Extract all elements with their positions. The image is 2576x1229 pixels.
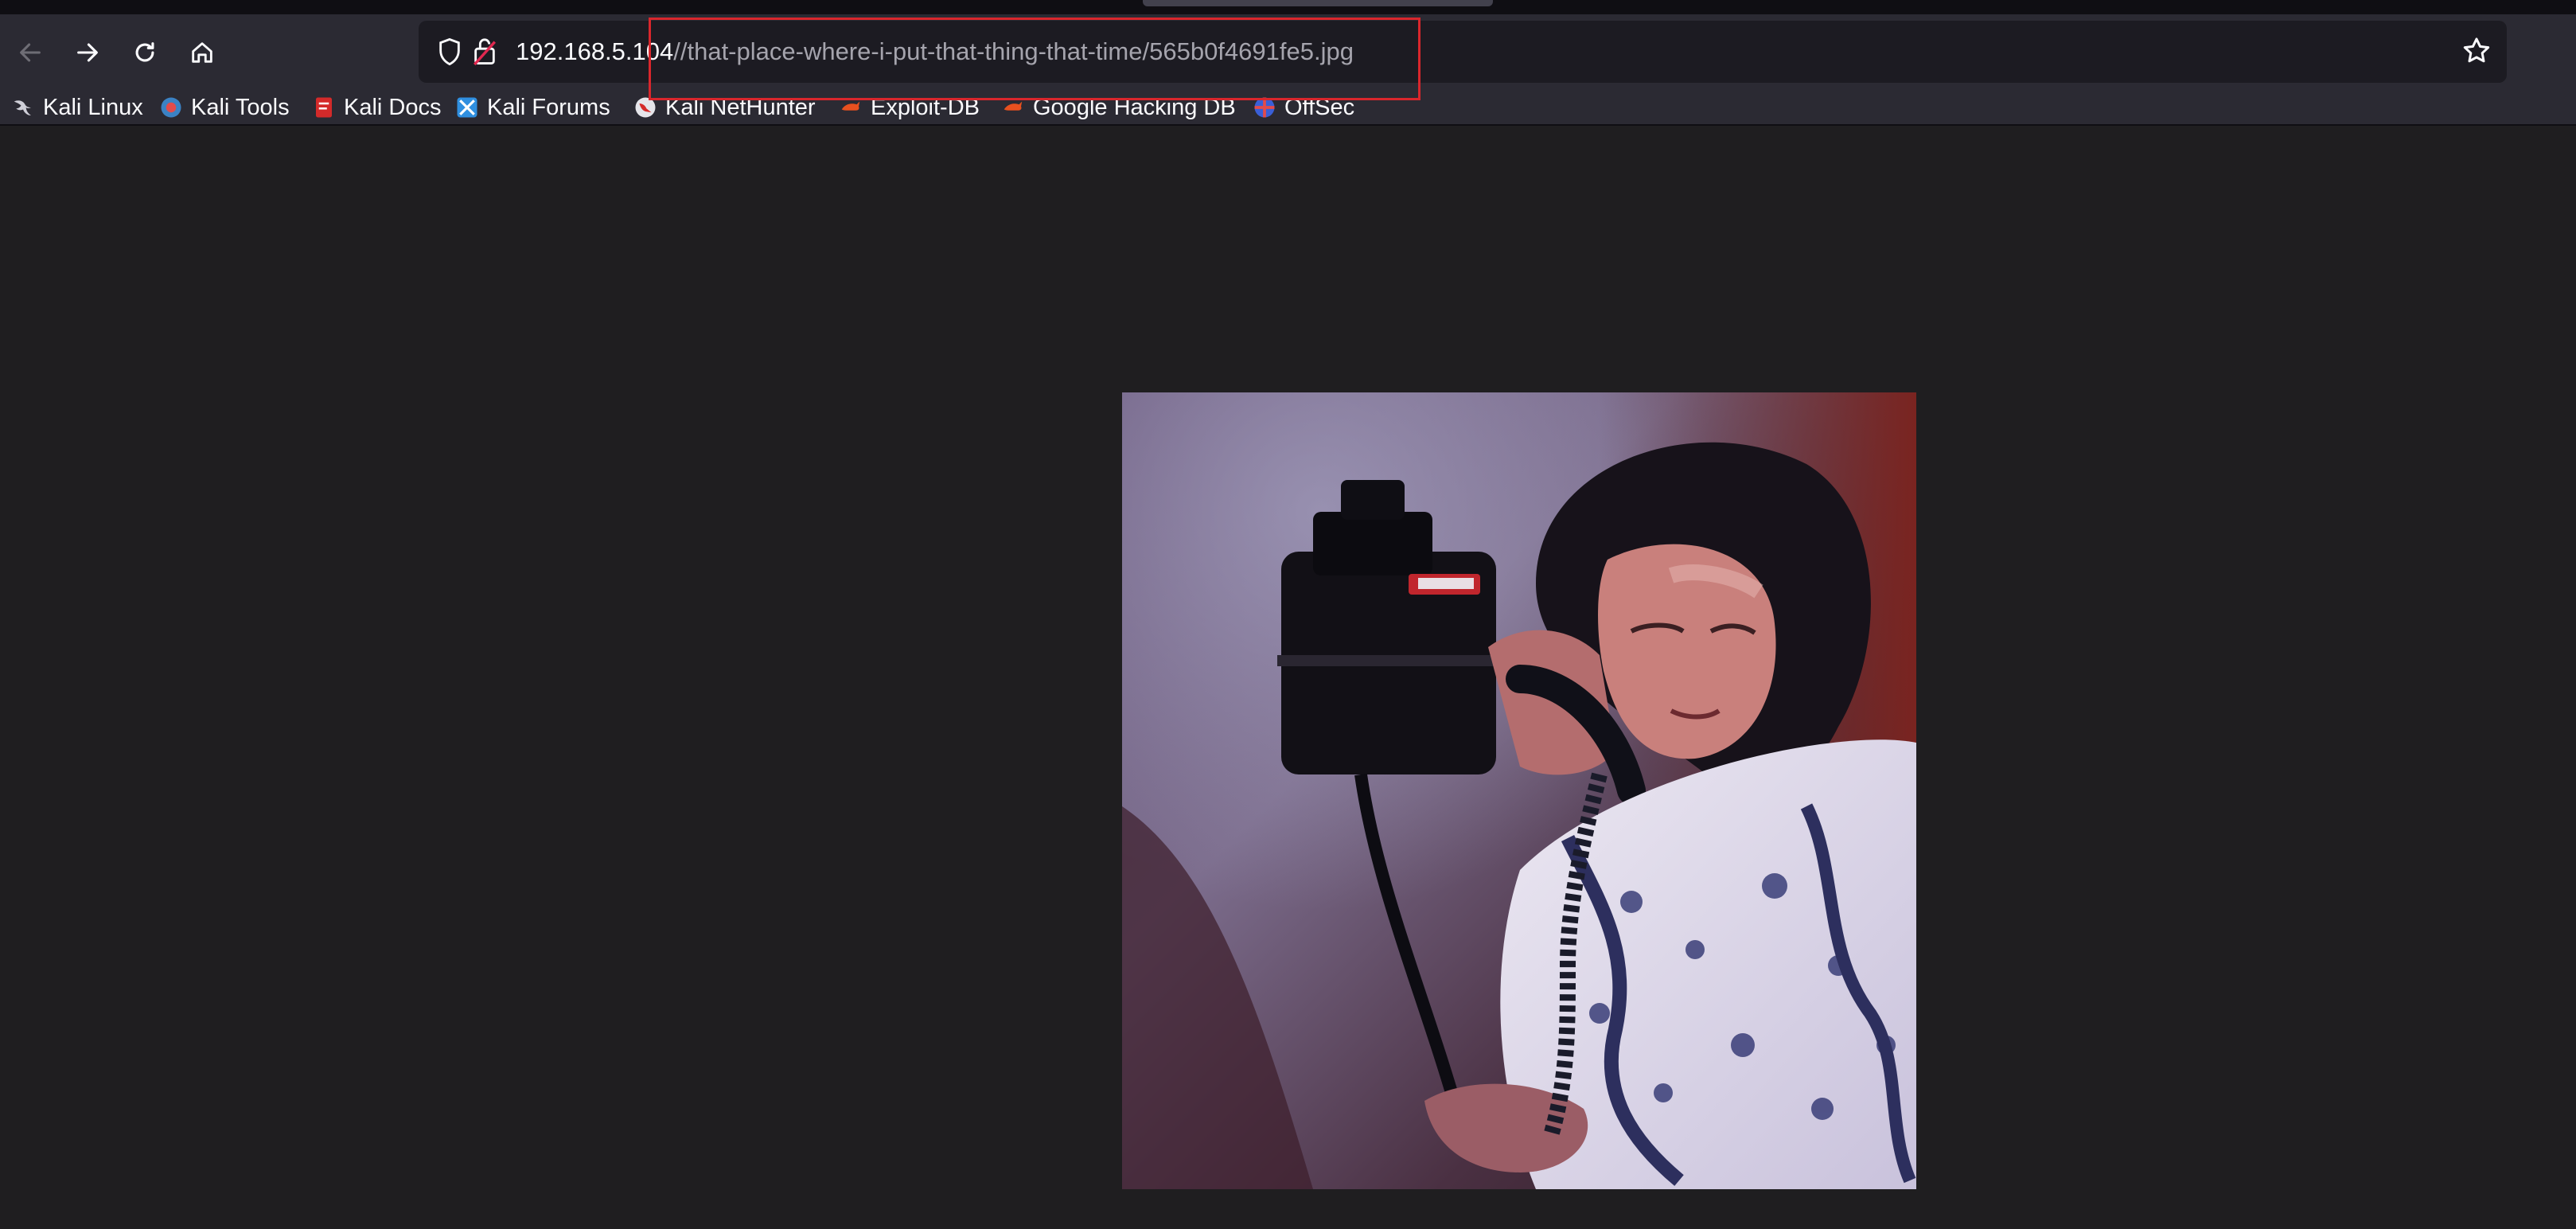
- displayed-image[interactable]: [1122, 392, 1916, 1189]
- kali-nethunter-icon: [633, 96, 657, 119]
- photo-woman-on-payphone-icon: [1122, 392, 1916, 1189]
- bookmark-label: Exploit-DB: [871, 94, 980, 120]
- insecure-lock-icon[interactable]: [471, 35, 498, 70]
- bookmark-label: Kali Tools: [191, 94, 290, 120]
- navigation-toolbar: 192.168.5.104//that-place-where-i-put-th…: [0, 14, 2576, 91]
- bookmark-label: Google Hacking DB: [1033, 94, 1236, 120]
- bookmark-kali-tools[interactable]: Kali Tools: [159, 91, 290, 124]
- image-viewer: [0, 126, 2576, 1229]
- bookmark-exploit-db[interactable]: Exploit-DB: [839, 91, 980, 124]
- bookmark-kali-nethunter[interactable]: Kali NetHunter: [633, 91, 816, 124]
- bookmark-label: OffSec: [1284, 94, 1355, 120]
- bookmark-label: Kali Linux: [43, 94, 143, 120]
- bookmark-label: Kali Docs: [344, 94, 442, 120]
- bookmark-label: Kali Forums: [487, 94, 610, 120]
- reload-icon: [135, 42, 154, 62]
- arrow-left-icon: [20, 43, 41, 62]
- arrow-right-icon: [77, 43, 98, 62]
- bookmarks-toolbar: Kali Linux Kali Tools Kali Docs Kali For…: [0, 91, 2576, 126]
- kali-tools-icon: [159, 96, 183, 119]
- home-button[interactable]: [183, 33, 221, 72]
- exploit-db-icon: [839, 96, 863, 119]
- bookmark-label: Kali NetHunter: [665, 94, 816, 120]
- kali-docs-icon: [312, 96, 336, 119]
- window-titlebar-strip: [0, 0, 2576, 14]
- star-icon: [2463, 37, 2490, 63]
- forward-button[interactable]: [68, 33, 107, 72]
- back-button[interactable]: [11, 33, 49, 72]
- bookmark-google-hacking-db[interactable]: Google Hacking DB: [1001, 91, 1236, 124]
- url-host: 192.168.5.104: [516, 37, 674, 65]
- exploit-db-icon: [1001, 96, 1025, 119]
- home-icon: [192, 42, 212, 63]
- address-bar[interactable]: 192.168.5.104//that-place-where-i-put-th…: [419, 21, 2507, 83]
- bookmark-kali-docs[interactable]: Kali Docs: [312, 91, 442, 124]
- bookmark-offsec[interactable]: OffSec: [1253, 91, 1354, 124]
- active-tab-edge[interactable]: [1143, 0, 1493, 6]
- kali-dragon-icon: [11, 96, 35, 119]
- offsec-icon: [1253, 96, 1276, 119]
- bookmark-kali-linux[interactable]: Kali Linux: [11, 91, 143, 124]
- url-text[interactable]: 192.168.5.104//that-place-where-i-put-th…: [516, 21, 1354, 83]
- bookmark-kali-forums[interactable]: Kali Forums: [455, 91, 610, 124]
- tracking-protection-shield-icon[interactable]: [436, 37, 463, 70]
- kali-forums-icon: [455, 96, 479, 119]
- url-path: //that-place-where-i-put-that-thing-that…: [673, 37, 1354, 65]
- reload-button[interactable]: [126, 33, 164, 72]
- bookmark-star-button[interactable]: [2461, 35, 2492, 70]
